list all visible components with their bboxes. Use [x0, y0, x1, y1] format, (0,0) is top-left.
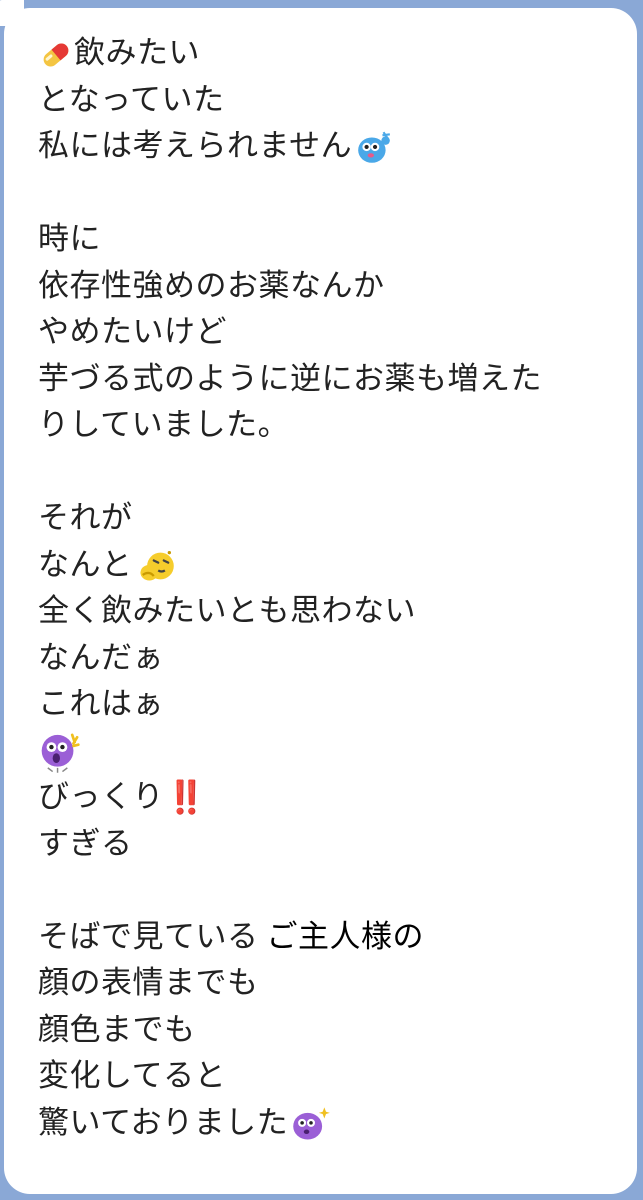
message-bubble[interactable]: 飲みたい となっていた 私には考えられません 時に 依存性強めのお薬なんか やめ…	[4, 8, 637, 1194]
message-line-text: 依存性強めのお薬なんか	[38, 267, 385, 304]
message-line: 顔色までも	[38, 1007, 637, 1054]
message-line: それが	[38, 495, 637, 542]
message-line: びっくり ‼️	[38, 774, 637, 821]
message-line: なんと	[38, 542, 637, 589]
yellow-thinking-blob-icon	[133, 542, 179, 589]
message-line-text: 飲みたい	[74, 35, 200, 71]
message-line-text: 芋づる式のように逆にお薬も増えた	[38, 360, 542, 397]
message-line-text: やめたいけど	[38, 314, 227, 350]
message-line: やめたいけど	[38, 309, 637, 356]
message-line: となっていた	[38, 77, 637, 124]
chat-background: 飲みたい となっていた 私には考えられません 時に 依存性強めのお薬なんか やめ…	[0, 0, 643, 1200]
message-line-text: 顔の表情までも	[38, 965, 259, 1001]
blue-blob-sticker-icon	[352, 123, 396, 170]
message-line-text: 変化してると	[38, 1058, 227, 1094]
message-line-text: ご主人様の	[266, 918, 424, 955]
message-text: 飲みたい となっていた 私には考えられません 時に 依存性強めのお薬なんか やめ…	[38, 30, 637, 1146]
message-line: 顔の表情までも	[38, 960, 637, 1007]
message-line: 依存性強めのお薬なんか	[38, 263, 637, 310]
purple-shocked-blob-icon	[38, 728, 82, 775]
message-line-blank	[38, 170, 637, 217]
message-line: すぎる	[38, 821, 637, 868]
message-line: これはぁ	[38, 681, 637, 728]
message-line-text: すぎる	[38, 825, 133, 862]
message-line-text: となっていた	[38, 81, 225, 118]
message-line	[38, 728, 637, 775]
message-line-blank	[38, 449, 637, 496]
message-line: 飲みたい	[38, 30, 637, 77]
message-line: 芋づる式のように逆にお薬も増えた	[38, 356, 637, 403]
message-line-text: それが	[38, 500, 133, 536]
double-exclamation-icon: ‼️	[166, 778, 206, 816]
purple-sparkle-blob-icon	[288, 1100, 334, 1147]
message-line-text: びっくり	[38, 779, 164, 815]
message-line-blank	[38, 867, 637, 914]
pill-icon	[38, 30, 74, 77]
message-line-text: 私には考えられません	[38, 128, 353, 164]
message-line-text: りしていました。	[38, 407, 290, 443]
message-line: そばで見ている ご主人様の	[38, 914, 637, 961]
message-line: 驚いておりました	[38, 1100, 637, 1147]
message-line-text: 全く飲みたいとも思わない	[38, 593, 416, 629]
message-line: 変化してると	[38, 1053, 637, 1100]
message-line-text: なんと	[38, 546, 133, 583]
message-line: 私には考えられません	[38, 123, 637, 170]
message-line: 時に	[38, 216, 637, 263]
message-line-text: 驚いておりました	[38, 1104, 289, 1141]
message-line-text: 顔色までも	[38, 1011, 196, 1048]
message-line: りしていました。	[38, 402, 637, 449]
message-line: なんだぁ	[38, 635, 637, 682]
message-line-text: これはぁ	[38, 686, 164, 722]
message-line-text: なんだぁ	[38, 639, 164, 676]
message-line: 全く飲みたいとも思わない	[38, 588, 637, 635]
message-line-text: そばで見ている	[38, 918, 259, 955]
message-line-text: 時に	[38, 221, 101, 257]
